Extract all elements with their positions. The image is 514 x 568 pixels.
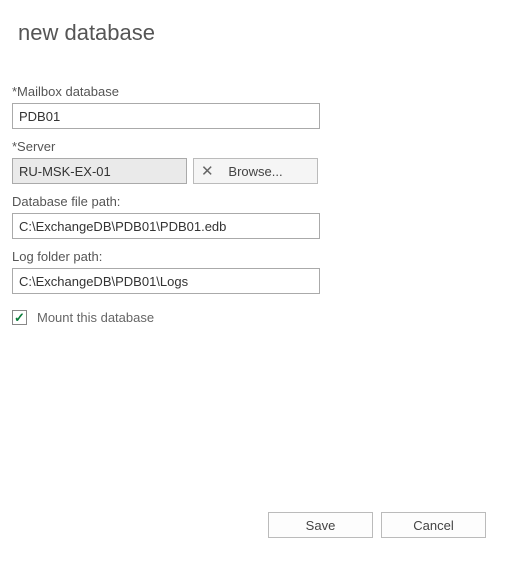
mount-checkbox-label: Mount this database [37, 310, 154, 325]
cancel-button[interactable]: Cancel [381, 512, 486, 538]
mount-checkbox-row: Mount this database [12, 310, 496, 325]
mailbox-database-input[interactable] [12, 103, 320, 129]
server-input-wrap: ✕ [12, 158, 187, 184]
page-title: new database [18, 20, 496, 46]
server-input[interactable] [13, 161, 201, 182]
server-label: *Server [12, 139, 496, 154]
mailbox-database-field: *Mailbox database [12, 84, 496, 129]
server-field: *Server ✕ Browse... [12, 139, 496, 184]
mailbox-database-label: *Mailbox database [12, 84, 496, 99]
log-folder-path-label: Log folder path: [12, 249, 496, 264]
database-file-path-input[interactable] [12, 213, 320, 239]
log-folder-path-field: Log folder path: [12, 249, 496, 294]
database-file-path-field: Database file path: [12, 194, 496, 239]
footer-buttons: Save Cancel [268, 512, 486, 538]
database-file-path-label: Database file path: [12, 194, 496, 209]
save-button[interactable]: Save [268, 512, 373, 538]
mount-checkbox[interactable] [12, 310, 27, 325]
clear-server-icon[interactable]: ✕ [201, 159, 214, 183]
log-folder-path-input[interactable] [12, 268, 320, 294]
